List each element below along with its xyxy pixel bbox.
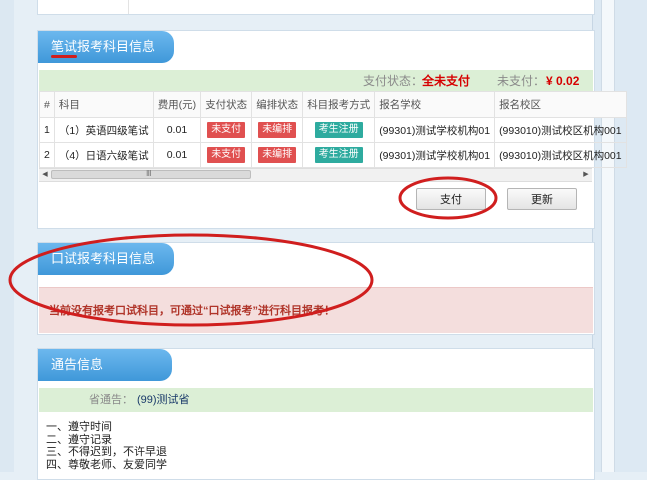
table-header-row: # 科目 费用(元) 支付状态 编排状态 科目报考方式 报名学校 报名校区 bbox=[39, 91, 627, 118]
written-exam-title: 笔试报考科目信息 bbox=[38, 31, 174, 63]
arrange-status-badge: 未编排 bbox=[258, 122, 297, 138]
row-campus: (993010)测试校区机构001 bbox=[494, 117, 627, 143]
scroll-right-icon[interactable]: ▶ bbox=[580, 169, 592, 181]
written-exam-panel: 笔试报考科目信息 支付状态： 全未支付 未支付： ¥ 0.02 # 科目 费用(… bbox=[37, 30, 627, 229]
red-underline-annotation bbox=[51, 55, 77, 58]
row-method-cell: 考生注册 bbox=[302, 142, 376, 168]
notice-panel: 通告信息 省通告： (99)测试省 一、遵守时间 二、遵守记录 三、不得迟到，不… bbox=[37, 348, 595, 480]
col-header-pay-status: 支付状态 bbox=[200, 91, 253, 118]
pay-button[interactable]: 支付 bbox=[416, 188, 486, 210]
row-pay-status-cell: 未支付 bbox=[200, 117, 253, 143]
notice-line: 四、尊敬老师、友爱同学 bbox=[46, 458, 167, 471]
row-subject: （4）日语六级笔试 bbox=[53, 142, 154, 168]
row-fee: 0.01 bbox=[152, 142, 202, 168]
col-header-school: 报名学校 bbox=[374, 91, 496, 118]
oral-exam-panel: 口试报考科目信息 当前没有报考口试科目，可通过“口试报考”进行科目报考！ bbox=[37, 242, 595, 335]
pay-status-label: 支付状态： bbox=[363, 74, 424, 88]
row-method-cell: 考生注册 bbox=[302, 117, 376, 143]
col-header-subject: 科目 bbox=[53, 91, 154, 118]
province-notice-bar: 省通告： (99)测试省 bbox=[39, 388, 593, 412]
row-num: 1 bbox=[39, 117, 55, 143]
right-scroll-area[interactable] bbox=[592, 0, 647, 472]
notice-title: 通告信息 bbox=[38, 349, 172, 381]
oral-exam-title: 口试报考科目信息 bbox=[38, 243, 174, 275]
row-num: 2 bbox=[39, 142, 55, 168]
row-campus: (993010)测试校区机构001 bbox=[494, 142, 627, 168]
row-pay-status-cell: 未支付 bbox=[200, 142, 253, 168]
written-subjects-table: # 科目 费用(元) 支付状态 编排状态 科目报考方式 报名学校 报名校区 1 … bbox=[39, 91, 627, 168]
pay-status-value: 全未支付 bbox=[422, 74, 471, 88]
method-badge: 考生注册 bbox=[314, 122, 363, 138]
col-header-campus: 报名校区 bbox=[494, 91, 627, 118]
notice-line: 三、不得迟到，不许早退 bbox=[46, 446, 167, 458]
table-horizontal-scrollbar[interactable]: ◀ Ⅲ ▶ bbox=[39, 168, 592, 182]
pay-status-badge: 未支付 bbox=[207, 147, 246, 163]
unpaid-amount: ¥ 0.02 bbox=[546, 74, 580, 88]
refresh-button[interactable]: 更新 bbox=[507, 188, 577, 210]
unpaid-label: 未支付： bbox=[497, 74, 546, 88]
province-notice-value: (99)测试省 bbox=[137, 394, 190, 406]
table-row[interactable]: 1 （1）英语四级笔试 0.01 未支付 未编排 考生注册 (99301)测试学… bbox=[39, 117, 627, 143]
col-header-method: 科目报考方式 bbox=[302, 91, 376, 118]
scrollbar-thumb[interactable]: Ⅲ bbox=[51, 169, 251, 179]
left-margin bbox=[0, 0, 14, 472]
col-header-num: # bbox=[39, 91, 55, 118]
grip-icon: Ⅲ bbox=[146, 169, 152, 178]
notice-line: 二、遵守记录 bbox=[46, 433, 112, 446]
row-school: (99301)测试学校机构01 bbox=[374, 142, 496, 168]
pay-status-badge: 未支付 bbox=[207, 122, 246, 138]
row-school: (99301)测试学校机构01 bbox=[374, 117, 496, 143]
row-arrange-status-cell: 未编排 bbox=[251, 142, 304, 168]
notice-line: 一、遵守时间 bbox=[46, 421, 112, 433]
province-notice-label: 省通告： bbox=[89, 394, 133, 406]
scroll-left-icon[interactable]: ◀ bbox=[39, 169, 51, 181]
payment-status-bar: 支付状态： 全未支付 未支付： ¥ 0.02 bbox=[39, 70, 593, 92]
notice-content: 一、遵守时间 二、遵守记录 三、不得迟到，不许早退 四、尊敬老师、友爱同学 bbox=[46, 421, 167, 471]
vertical-scrollbar-track[interactable] bbox=[601, 0, 615, 472]
row-fee: 0.01 bbox=[152, 117, 202, 143]
method-badge: 考生注册 bbox=[314, 147, 363, 163]
previous-panel-bottom bbox=[37, 0, 595, 15]
row-arrange-status-cell: 未编排 bbox=[251, 117, 304, 143]
col-header-fee: 费用(元) bbox=[152, 91, 202, 118]
table-row[interactable]: 2 （4）日语六级笔试 0.01 未支付 未编排 考生注册 (99301)测试学… bbox=[39, 142, 627, 168]
no-oral-subjects-alert: 当前没有报考口试科目，可通过“口试报考”进行科目报考！ bbox=[39, 287, 593, 333]
arrange-status-badge: 未编排 bbox=[258, 147, 297, 163]
col-header-arrange-status: 编排状态 bbox=[251, 91, 304, 118]
row-subject: （1）英语四级笔试 bbox=[53, 117, 154, 143]
